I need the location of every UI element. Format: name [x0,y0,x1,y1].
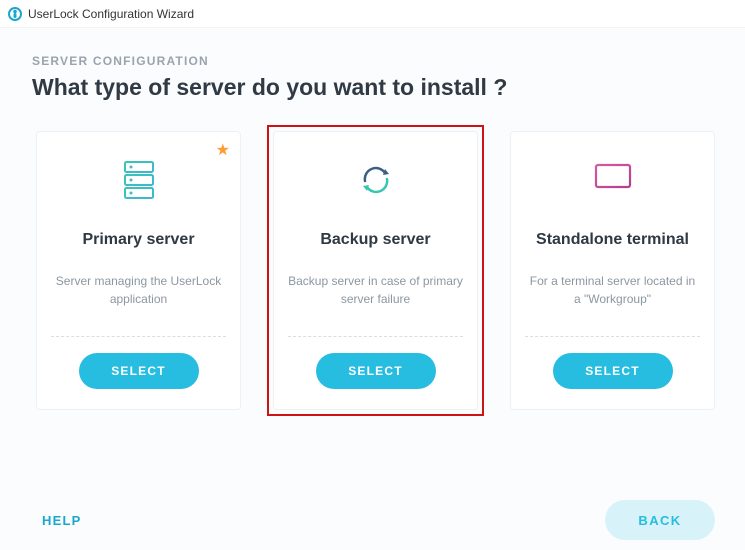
card-title-backup: Backup server [320,220,430,260]
card-primary-server: ★ [36,131,241,410]
select-primary-button[interactable]: SELECT [79,353,199,389]
wizard-footer: HELP BACK [0,490,745,550]
window-title: UserLock Configuration Wizard [28,7,194,21]
card-footer: SELECT [525,337,700,409]
card-desc-standalone: For a terminal server located in a "Work… [525,272,700,336]
card-title-standalone: Standalone terminal [536,220,689,260]
server-icon [122,154,156,206]
back-button[interactable]: BACK [605,500,715,540]
select-standalone-button[interactable]: SELECT [553,353,673,389]
card-standalone-terminal: Standalone terminal For a terminal serve… [510,131,715,410]
card-backup-server: Backup server Backup server in case of p… [273,131,478,410]
section-kicker: SERVER CONFIGURATION [32,54,715,68]
card-row: ★ [30,125,715,416]
card-desc-backup: Backup server in case of primary server … [288,272,463,336]
card-wrap-standalone: Standalone terminal For a terminal serve… [504,125,721,416]
card-footer: SELECT [51,337,226,409]
main-content: SERVER CONFIGURATION What type of server… [0,28,745,490]
card-footer: SELECT [288,337,463,409]
recommended-star-icon: ★ [216,140,230,160]
sync-icon [357,154,395,206]
card-title-primary: Primary server [82,220,194,260]
select-backup-button[interactable]: SELECT [316,353,436,389]
card-desc-primary: Server managing the UserLock application [51,272,226,336]
terminal-icon [592,154,634,206]
card-wrap-primary: ★ [30,125,247,416]
window-titlebar: UserLock Configuration Wizard [0,0,745,28]
app-logo-icon [8,7,22,21]
help-link[interactable]: HELP [42,513,81,528]
page-heading: What type of server do you want to insta… [32,74,715,101]
card-wrap-backup-highlighted: Backup server Backup server in case of p… [267,125,484,416]
